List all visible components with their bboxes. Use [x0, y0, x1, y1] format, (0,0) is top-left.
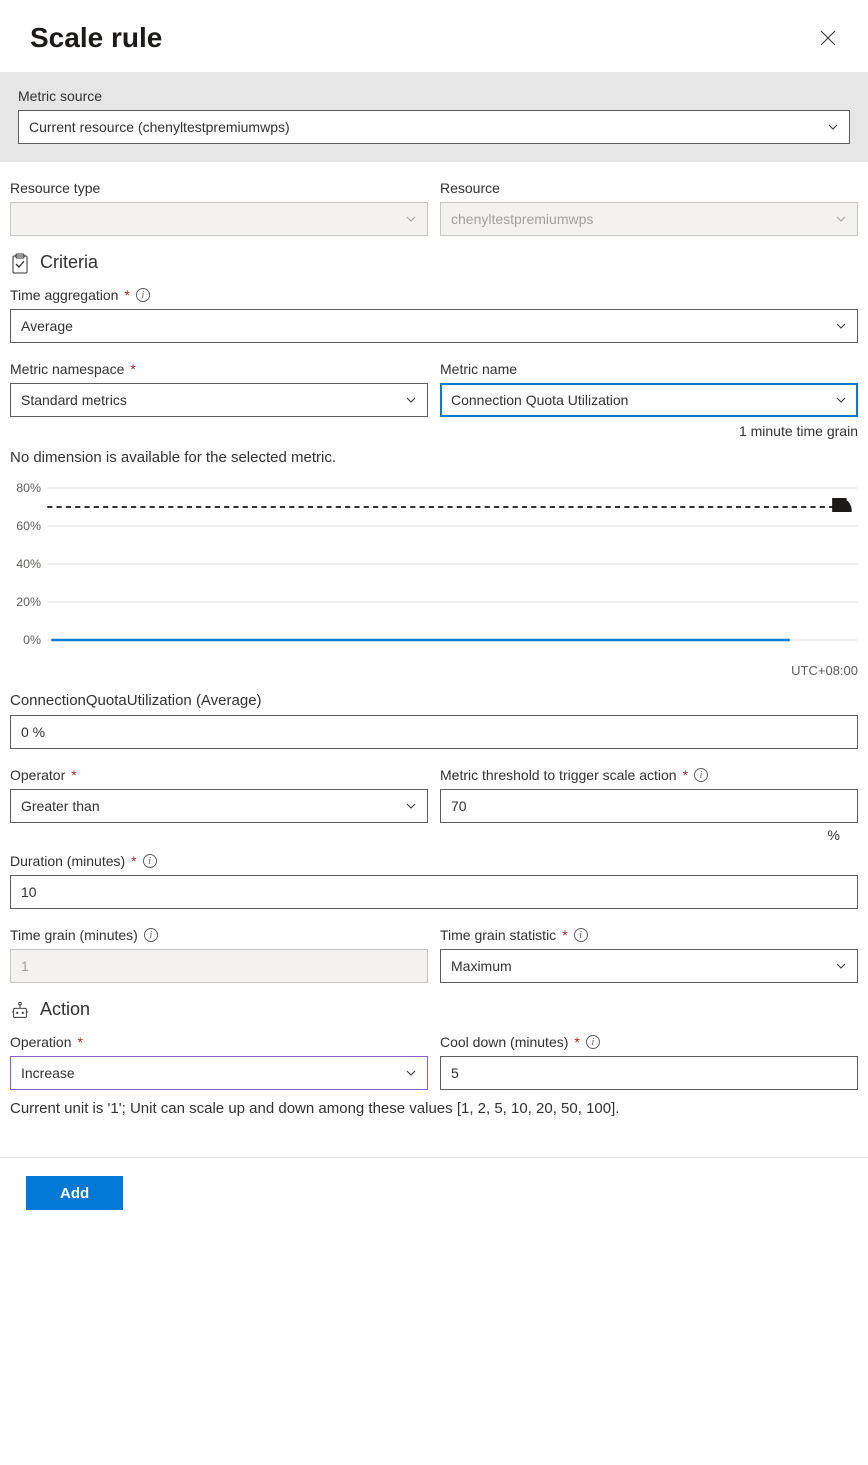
- panel-title: Scale rule: [30, 22, 162, 54]
- criteria-heading: Criteria: [10, 252, 858, 273]
- chevron-down-icon: [835, 394, 847, 406]
- info-icon[interactable]: i: [574, 928, 588, 942]
- y-tick-label: 80%: [16, 481, 41, 495]
- info-icon[interactable]: i: [143, 854, 157, 868]
- operation-label: Operation *: [10, 1034, 428, 1050]
- robot-icon: [10, 1000, 30, 1020]
- clipboard-check-icon: [10, 253, 30, 273]
- time-grain-note: 1 minute time grain: [440, 423, 858, 439]
- operator-select[interactable]: Greater than: [10, 789, 428, 823]
- operation-value: Increase: [21, 1065, 75, 1081]
- action-heading: Action: [10, 999, 858, 1020]
- resource-select: chenyltestpremiumwps: [440, 202, 858, 236]
- operation-select[interactable]: Increase: [10, 1056, 428, 1090]
- metric-source-value: Current resource (chenyltestpremiumwps): [29, 119, 290, 135]
- chevron-down-icon: [405, 1067, 417, 1079]
- y-tick-label: 60%: [16, 519, 41, 533]
- chevron-down-icon: [835, 960, 847, 972]
- threshold-unit: %: [440, 827, 858, 843]
- duration-label: Duration (minutes) * i: [10, 853, 858, 869]
- cooldown-label: Cool down (minutes) * i: [440, 1034, 858, 1050]
- unit-hint: Current unit is '1'; Unit can scale up a…: [0, 1090, 868, 1117]
- time-grain-label: Time grain (minutes) i: [10, 927, 428, 943]
- metric-namespace-select[interactable]: Standard metrics: [10, 383, 428, 417]
- duration-input[interactable]: 10: [10, 875, 858, 909]
- chevron-down-icon: [405, 394, 417, 406]
- resource-value: chenyltestpremiumwps: [451, 211, 593, 227]
- add-button[interactable]: Add: [26, 1176, 123, 1210]
- metric-namespace-value: Standard metrics: [21, 392, 127, 408]
- info-icon[interactable]: i: [586, 1035, 600, 1049]
- metric-source-select[interactable]: Current resource (chenyltestpremiumwps): [18, 110, 850, 144]
- chevron-down-icon: [405, 800, 417, 812]
- metric-name-value: Connection Quota Utilization: [451, 392, 628, 408]
- chevron-down-icon: [405, 213, 417, 225]
- time-grain-statistic-select[interactable]: Maximum: [440, 949, 858, 983]
- metric-namespace-label: Metric namespace *: [10, 361, 428, 377]
- time-aggregation-label: Time aggregation * i: [10, 287, 858, 303]
- y-tick-label: 20%: [16, 595, 41, 609]
- resource-label: Resource: [440, 180, 858, 196]
- chevron-down-icon: [835, 320, 847, 332]
- close-button[interactable]: [814, 24, 842, 52]
- cooldown-input[interactable]: 5: [440, 1056, 858, 1090]
- time-grain-input: 1: [10, 949, 428, 983]
- y-tick-label: 40%: [16, 557, 41, 571]
- threshold-input[interactable]: 70: [440, 789, 858, 823]
- chart-timezone: UTC+08:00: [0, 663, 868, 678]
- time-aggregation-select[interactable]: Average: [10, 309, 858, 343]
- info-icon[interactable]: i: [136, 288, 150, 302]
- time-grain-statistic-value: Maximum: [451, 958, 512, 974]
- operator-value: Greater than: [21, 798, 100, 814]
- dimension-note: No dimension is available for the select…: [0, 449, 868, 466]
- metric-chart: 80% 60% 40% 20% 0%: [0, 466, 868, 661]
- metric-source-label: Metric source: [18, 88, 850, 104]
- chevron-down-icon: [827, 121, 839, 133]
- readout-value: 0 %: [10, 715, 858, 749]
- chevron-down-icon: [835, 213, 847, 225]
- threshold-label: Metric threshold to trigger scale action…: [440, 767, 858, 783]
- resource-type-select: [10, 202, 428, 236]
- y-tick-label: 0%: [23, 633, 41, 647]
- info-icon[interactable]: i: [144, 928, 158, 942]
- time-grain-statistic-label: Time grain statistic * i: [440, 927, 858, 943]
- readout-label: ConnectionQuotaUtilization (Average): [0, 692, 868, 709]
- info-icon[interactable]: i: [694, 768, 708, 782]
- metric-name-select[interactable]: Connection Quota Utilization: [440, 383, 858, 417]
- resource-type-label: Resource type: [10, 180, 428, 196]
- operator-label: Operator *: [10, 767, 428, 783]
- metric-name-label: Metric name: [440, 361, 858, 377]
- time-aggregation-value: Average: [21, 318, 73, 334]
